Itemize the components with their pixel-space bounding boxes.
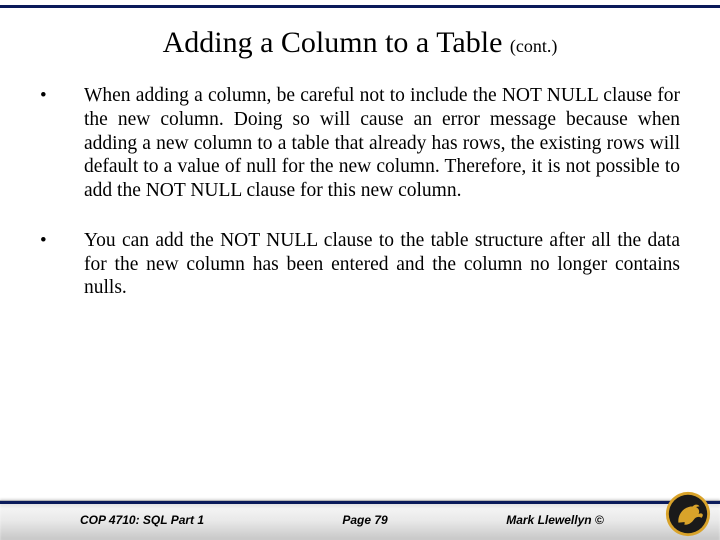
footer-author: Mark Llewellyn © — [460, 513, 650, 527]
footer-page: Page 79 — [270, 513, 460, 527]
title-main: Adding a Column to a Table — [163, 26, 510, 59]
ucf-pegasus-logo-icon — [664, 490, 712, 538]
footer-course: COP 4710: SQL Part 1 — [0, 513, 270, 527]
bullet-list: When adding a column, be careful not to … — [36, 84, 684, 300]
list-item: When adding a column, be careful not to … — [40, 84, 680, 203]
footer-text: COP 4710: SQL Part 1 Page 79 Mark Llewel… — [0, 500, 650, 540]
slide-body: Adding a Column to a Table (cont.) When … — [0, 8, 720, 490]
list-item: You can add the NOT NULL clause to the t… — [40, 229, 680, 300]
title-continued: (cont.) — [510, 36, 557, 56]
footer: COP 4710: SQL Part 1 Page 79 Mark Llewel… — [0, 490, 720, 540]
slide-title: Adding a Column to a Table (cont.) — [36, 26, 684, 60]
